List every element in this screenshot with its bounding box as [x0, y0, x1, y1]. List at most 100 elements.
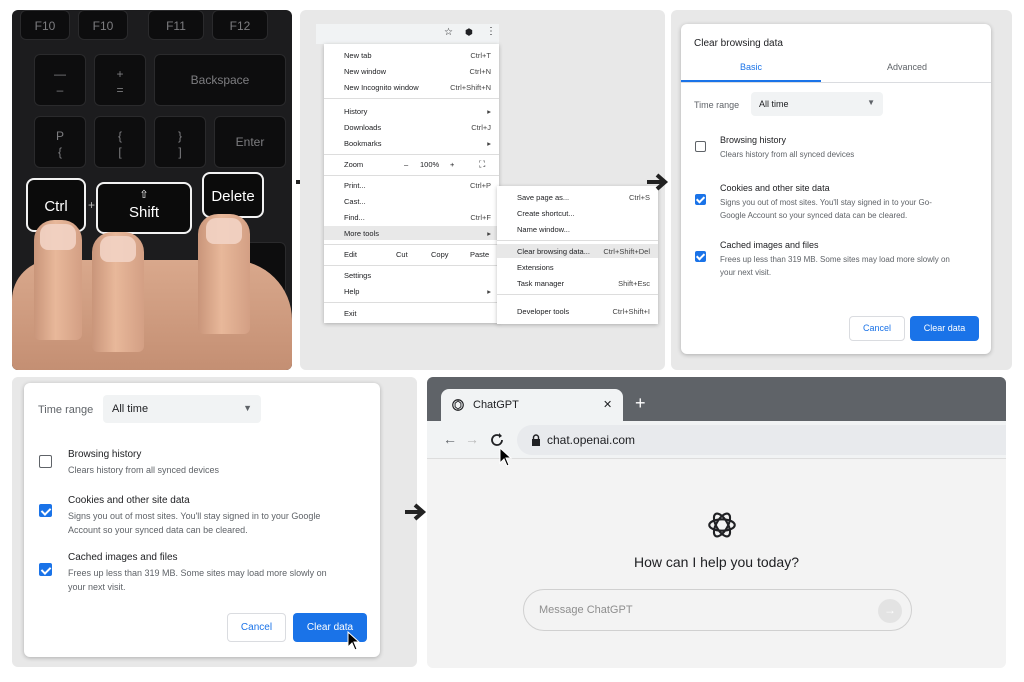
copy-button[interactable]: Copy [431, 250, 449, 259]
edit-label: Edit [344, 250, 357, 259]
close-tab-icon[interactable]: ✕ [603, 398, 612, 411]
menu-item-label: Exit [344, 309, 357, 318]
submenu-item-developer-tools[interactable]: Developer tools Ctrl+Shift+I [497, 304, 658, 318]
menu-item-shortcut: Ctrl+Shift+I [612, 307, 650, 316]
message-input[interactable]: Message ChatGPT → [523, 589, 912, 631]
arrow-right-icon [647, 173, 669, 191]
option-desc: Frees up less than 319 MB. Some sites ma… [720, 255, 950, 264]
time-range-select[interactable]: All time ▼ [751, 92, 883, 116]
key-label: Delete [211, 188, 255, 205]
shift-arrow-icon: ⇧ [139, 189, 149, 201]
tab-basic[interactable]: Basic [681, 62, 821, 72]
cancel-button[interactable]: Cancel [849, 316, 905, 341]
key-label: P [55, 129, 64, 143]
key-shift: ⇧ Shift [96, 182, 192, 234]
menu-item-shortcut: Ctrl+S [628, 193, 650, 202]
option-title: Browsing history [68, 449, 142, 460]
forward-icon[interactable]: → [465, 431, 479, 447]
menu-item-find[interactable]: Find... Ctrl+F [324, 210, 499, 224]
menu-divider [324, 302, 499, 303]
cached-images-checkbox[interactable] [695, 251, 706, 262]
option-title: Cookies and other site data [68, 495, 190, 506]
key-f11: F11 [148, 10, 204, 40]
new-tab-button[interactable]: + [635, 393, 646, 414]
mouse-cursor-icon [347, 631, 361, 651]
key-f12: F12 [212, 10, 268, 40]
fullscreen-icon[interactable]: ⛶ [479, 159, 485, 170]
menu-item-new-tab[interactable]: New tab Ctrl+T [324, 48, 499, 62]
reload-icon[interactable] [489, 432, 505, 448]
back-icon[interactable]: ← [443, 431, 457, 447]
menu-item-settings[interactable]: Settings [324, 268, 499, 282]
menu-item-shortcut: Ctrl+J [471, 123, 491, 132]
key-delete: Delete [202, 172, 264, 218]
menu-item-label: Help [344, 287, 360, 296]
menu-divider [497, 240, 658, 241]
menu-item-exit[interactable]: Exit [324, 306, 499, 320]
key-label: — [54, 67, 66, 81]
submenu-item-clear-browsing-data[interactable]: Clear browsing data... Ctrl+Shift+Del [497, 244, 658, 258]
submenu-item-name-window[interactable]: Name window... [497, 222, 658, 236]
menu-item-shortcut: Ctrl+Shift+Del [603, 247, 650, 256]
browsing-history-checkbox[interactable] [695, 141, 706, 152]
menu-item-new-incognito[interactable]: New Incognito window Ctrl+Shift+N [324, 80, 499, 94]
zoom-label: Zoom [344, 160, 364, 169]
menu-item-label: Developer tools [517, 307, 570, 316]
zoom-in-button[interactable]: + [450, 160, 454, 169]
menu-item-label: Downloads [344, 123, 382, 132]
submenu-item-save-page[interactable]: Save page as... Ctrl+S [497, 190, 658, 204]
time-range-select[interactable]: All time ▼ [103, 395, 261, 423]
more-tools-submenu: Save page as... Ctrl+S Create shortcut...… [497, 186, 658, 324]
browsing-history-checkbox[interactable] [39, 455, 52, 468]
extensions-icon[interactable]: ⬢ [465, 27, 473, 38]
option-desc: your next visit. [68, 582, 126, 592]
cancel-button[interactable]: Cancel [227, 613, 286, 642]
cookies-checkbox[interactable] [39, 504, 52, 517]
zoom-out-button[interactable]: – [404, 160, 408, 169]
clear-data-button[interactable]: Clear data [910, 316, 979, 341]
menu-item-downloads[interactable]: Downloads Ctrl+J [324, 120, 499, 134]
key-label: Backspace [190, 73, 250, 87]
dialog-title: Clear browsing data [694, 38, 783, 49]
menu-divider [324, 154, 499, 155]
toolbar-strip: ☆ ⬢ ⋮ [316, 24, 499, 44]
key-label: F12 [229, 19, 251, 33]
submenu-item-create-shortcut[interactable]: Create shortcut... [497, 206, 658, 220]
menu-item-label: Extensions [517, 263, 554, 272]
menu-divider [497, 294, 658, 295]
menu-item-new-window[interactable]: New window Ctrl+N [324, 64, 499, 78]
option-desc: Clears history from all synced devices [68, 465, 220, 475]
cached-images-checkbox[interactable] [39, 563, 52, 576]
menu-item-label: More tools [344, 229, 380, 238]
star-icon[interactable]: ☆ [444, 27, 453, 38]
menu-item-label: New window [344, 67, 387, 76]
submenu-item-task-manager[interactable]: Task manager Shift+Esc [497, 276, 658, 290]
key-label: + [116, 67, 124, 81]
address-bar[interactable]: chat.openai.com [517, 425, 1006, 455]
cut-button[interactable]: Cut [396, 250, 408, 259]
send-button[interactable]: → [878, 599, 902, 623]
chrome-menu-panel: ☆ ⬢ ⋮ New tab Ctrl+T New window Ctrl+N New… [300, 10, 665, 370]
time-range-value: All time [112, 403, 149, 415]
menu-item-history[interactable]: History ▸ [324, 104, 499, 118]
paste-button[interactable]: Paste [470, 250, 489, 259]
key-label: } [177, 129, 182, 143]
menu-divider [324, 98, 499, 99]
menu-item-cast[interactable]: Cast... [324, 194, 499, 208]
tab-advanced[interactable]: Advanced [841, 62, 973, 72]
send-arrow-icon: → [884, 603, 896, 617]
menu-divider [324, 244, 499, 245]
option-desc: your next visit. [720, 268, 772, 277]
option-desc: Clears history from all synced devices [720, 150, 855, 159]
submenu-item-extensions[interactable]: Extensions [497, 260, 658, 274]
menu-item-print[interactable]: Print... Ctrl+P [324, 178, 499, 192]
cookies-checkbox[interactable] [695, 194, 706, 205]
menu-item-more-tools[interactable]: More tools ▸ [324, 226, 499, 240]
key-minus: — – [34, 54, 86, 106]
menu-item-bookmarks[interactable]: Bookmarks ▸ [324, 136, 499, 150]
fingernail [100, 236, 136, 262]
more-vert-icon[interactable]: ⋮ [486, 26, 496, 37]
url-text: chat.openai.com [547, 433, 636, 447]
menu-item-help[interactable]: Help ▸ [324, 284, 499, 298]
clear-browsing-data-dialog: Clear browsing data Basic Advanced Time … [681, 24, 991, 354]
